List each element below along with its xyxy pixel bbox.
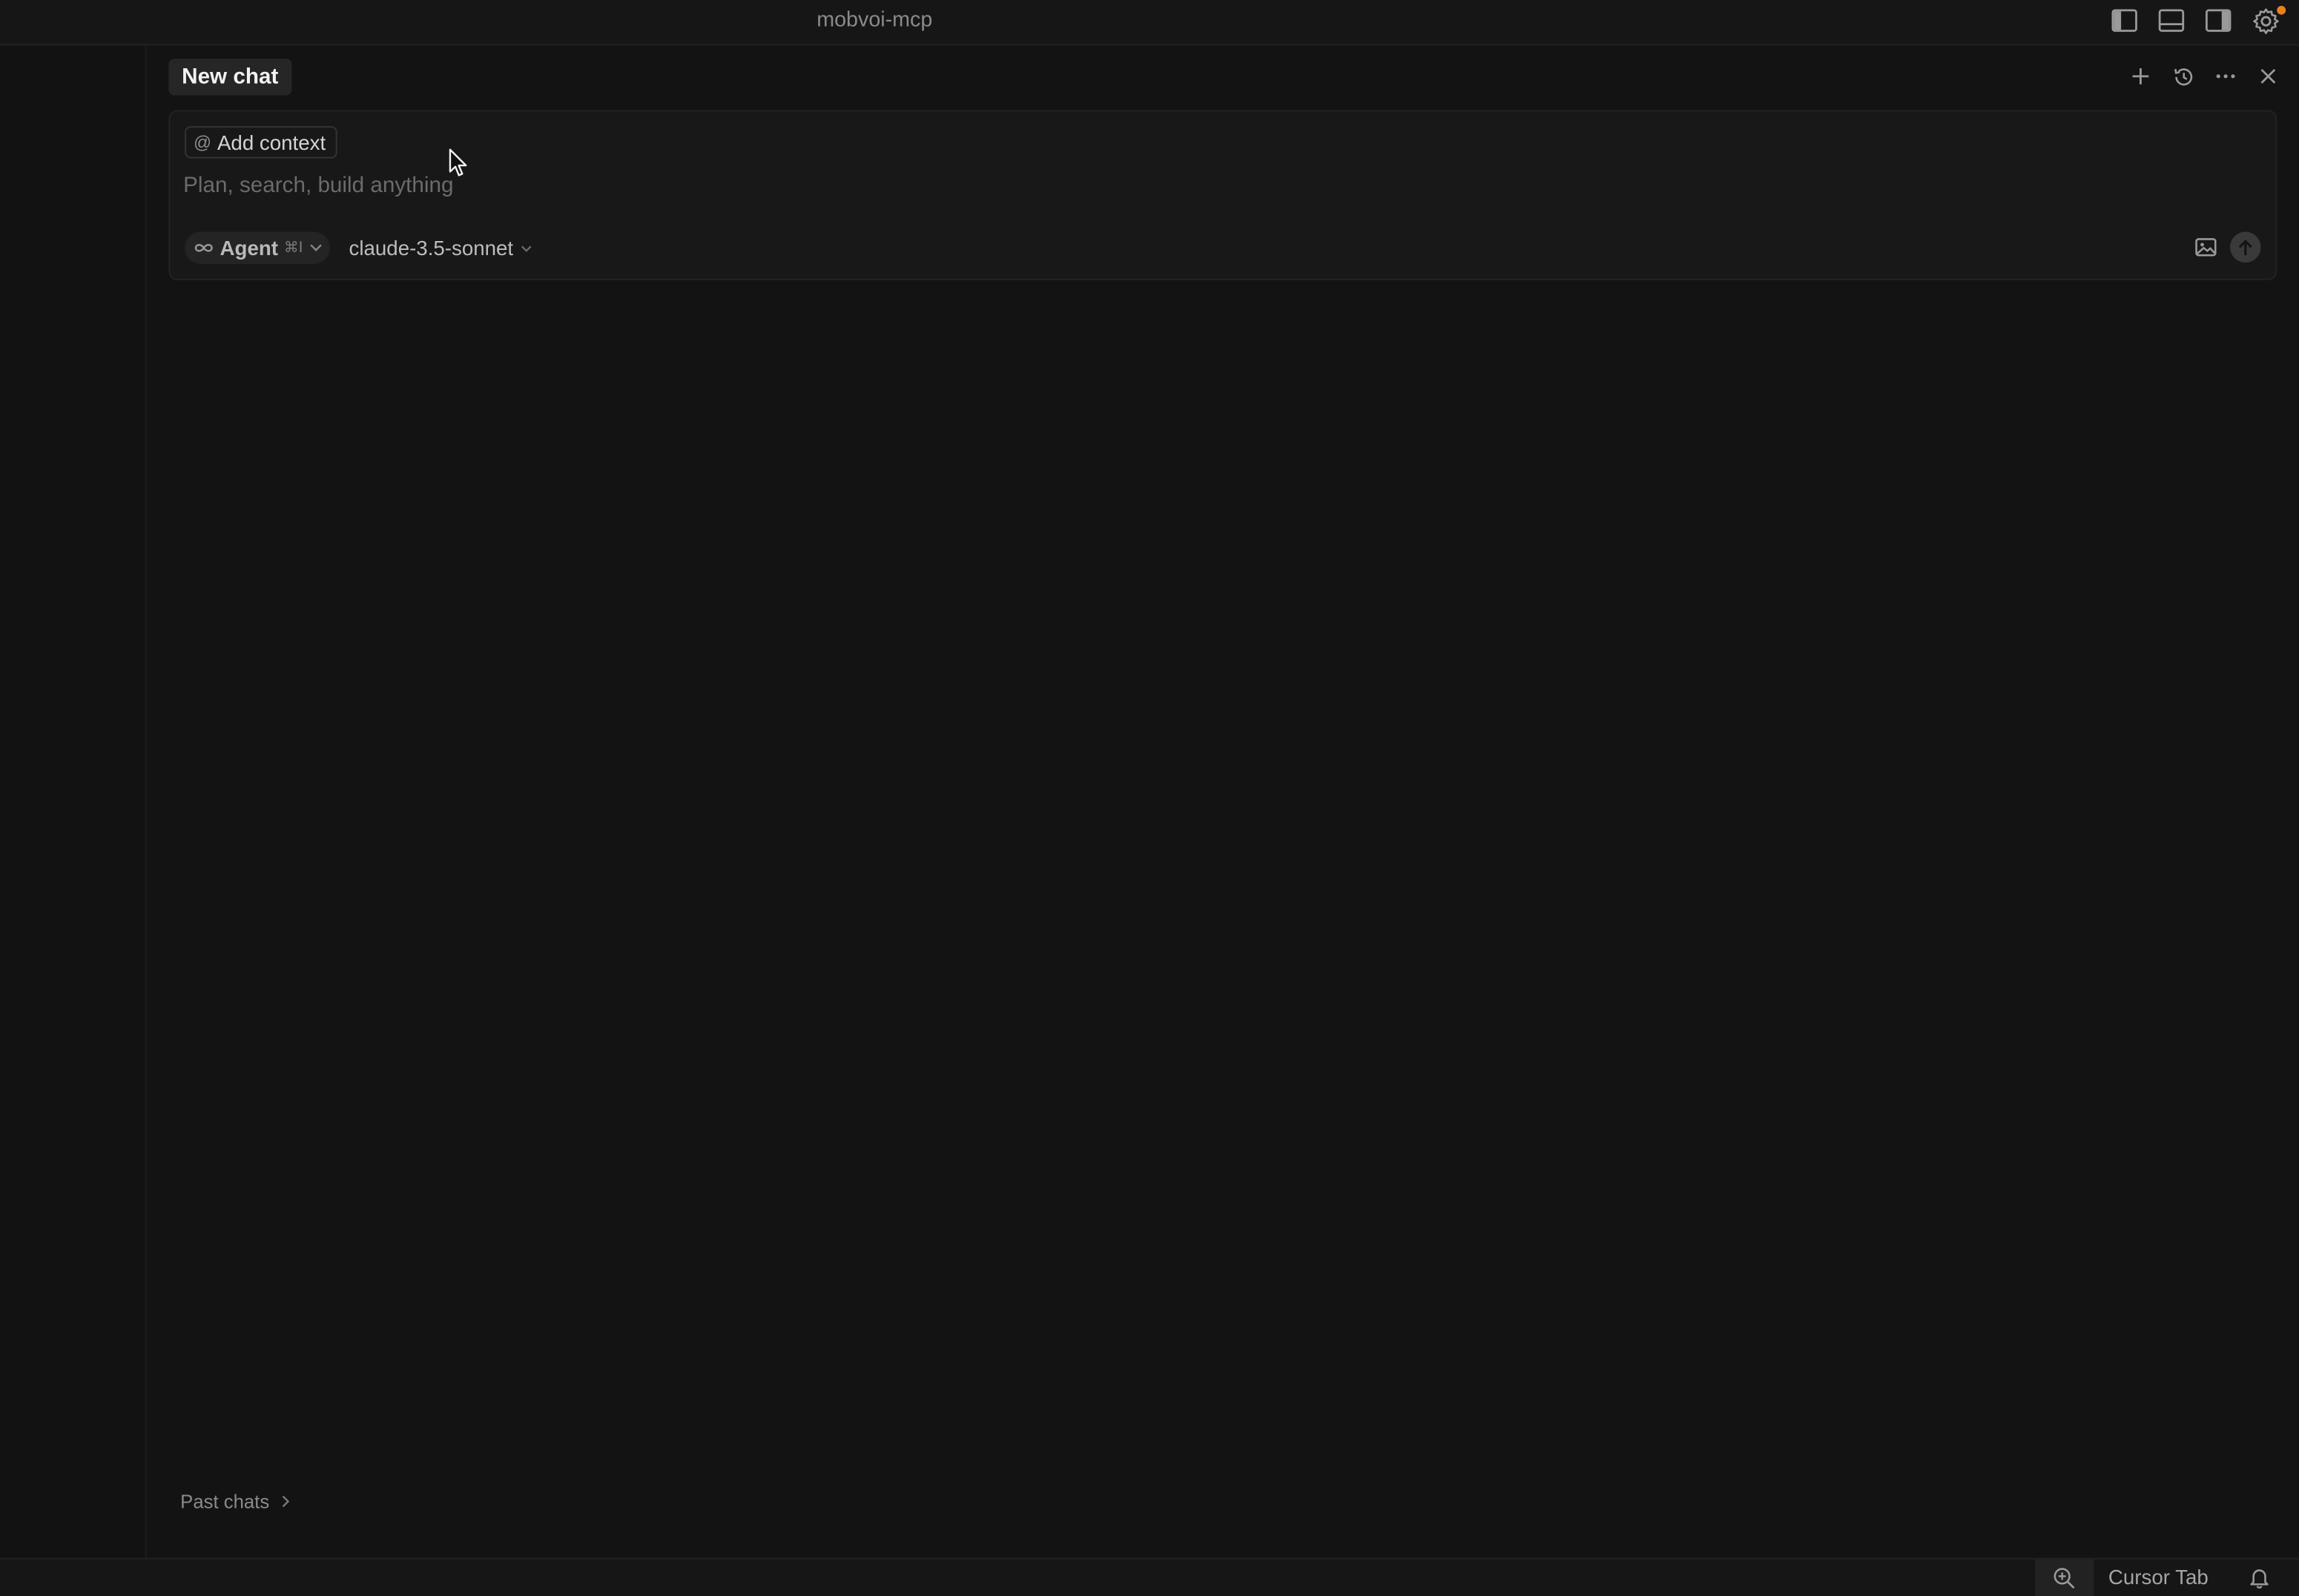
arrow-up-icon (2238, 239, 2252, 255)
chevron-down-icon (521, 245, 532, 251)
app-window: mobvoi-mcp New chat @ Add context Plan, … (0, 0, 2299, 1596)
prompt-input[interactable] (183, 167, 2236, 202)
layout-controls (2108, 4, 2286, 37)
notification-dot (2277, 5, 2286, 15)
toggle-secondary-sidebar-icon[interactable] (2202, 4, 2234, 37)
send-button[interactable] (2230, 231, 2261, 263)
toggle-panel-icon[interactable] (2155, 4, 2187, 37)
chat-header: New chat (147, 45, 2299, 107)
cursor-tab-status[interactable]: Cursor Tab (2108, 1566, 2209, 1589)
plus-icon[interactable] (2125, 60, 2157, 93)
tab-new-chat[interactable]: New chat (168, 59, 292, 96)
agent-mode-shortcut: ⌘I (283, 240, 303, 257)
past-chats-link[interactable]: Past chats (180, 1490, 290, 1513)
mouse-cursor-icon (449, 148, 468, 185)
image-icon[interactable] (2192, 234, 2219, 260)
zoom-icon[interactable] (2035, 1559, 2094, 1596)
gear-icon[interactable] (2249, 4, 2286, 37)
window-title: mobvoi-mcp (817, 8, 933, 33)
chat-panel: New chat @ Add context Plan, search, bui… (146, 45, 2299, 1558)
agent-mode-label: Agent (220, 236, 278, 260)
composer-footer: Agent ⌘I claude-3.5-sonnet (185, 231, 2261, 265)
add-context-label: Add context (217, 131, 326, 154)
bell-icon[interactable] (2246, 1564, 2273, 1591)
model-label: claude-3.5-sonnet (349, 236, 514, 260)
more-icon[interactable] (2209, 60, 2241, 93)
left-sidebar-area (0, 45, 147, 1558)
chevron-right-icon (282, 1495, 289, 1508)
chevron-down-icon (309, 244, 322, 251)
agent-mode-dropdown[interactable]: Agent ⌘I (185, 231, 330, 265)
history-icon[interactable] (2167, 60, 2199, 93)
composer-actions (2192, 231, 2261, 263)
add-context-button[interactable]: @ Add context (185, 126, 337, 159)
chat-composer: @ Add context Agent ⌘I claude-3.5-sonnet (168, 110, 2277, 280)
at-sign-icon: @ (193, 132, 212, 153)
chat-header-actions (2125, 60, 2284, 93)
toggle-primary-sidebar-icon[interactable] (2108, 4, 2140, 37)
status-bar: Cursor Tab (0, 1557, 2299, 1596)
close-icon[interactable] (2252, 60, 2284, 93)
past-chats-label: Past chats (180, 1490, 270, 1513)
infinity-icon (194, 244, 213, 252)
model-dropdown[interactable]: claude-3.5-sonnet (349, 232, 532, 265)
title-bar: mobvoi-mcp (0, 0, 2299, 46)
